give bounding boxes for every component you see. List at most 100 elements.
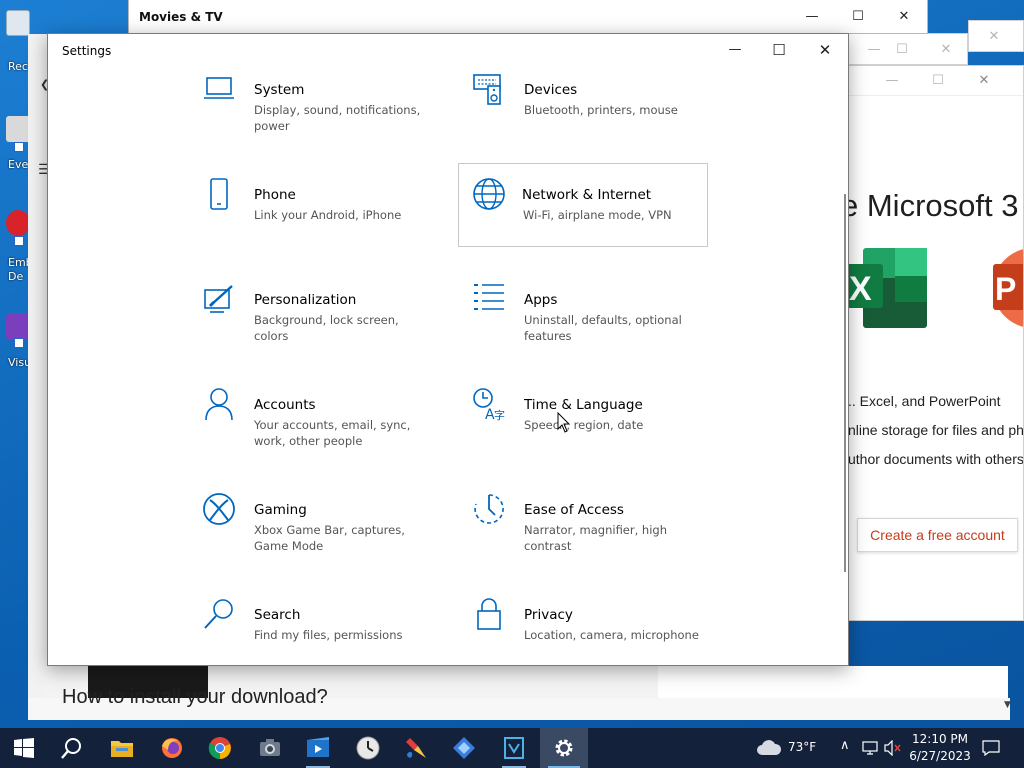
tile-title: Ease of Access [524, 502, 624, 518]
maximize-button[interactable]: ☐ [879, 34, 925, 66]
tile-title: Apps [524, 292, 558, 308]
movies-tv-window[interactable]: Movies & TV — ☐ ✕ [128, 0, 928, 34]
settings-tile-apps[interactable]: Apps Uninstall, defaults, optional featu… [472, 282, 722, 366]
office-feature-3: uthor documents with others [848, 451, 1024, 467]
clock-app-icon [356, 736, 380, 760]
globe-icon [473, 178, 505, 210]
ease-of-access-icon [474, 494, 504, 524]
personalization-icon [204, 285, 233, 313]
firefox-icon [162, 738, 182, 758]
minimize-button[interactable]: — [712, 34, 758, 66]
movies-tv-icon [307, 737, 329, 757]
tile-title: Gaming [254, 502, 307, 518]
weather-cloud-icon[interactable] [756, 740, 782, 756]
tile-title: Network & Internet [522, 187, 652, 203]
close-button[interactable]: ✕ [802, 34, 848, 66]
paint-icon [406, 738, 426, 758]
powerpoint-logo-icon: P [993, 249, 1023, 327]
tile-title: Accounts [254, 397, 316, 413]
tile-title: Personalization [254, 292, 357, 308]
svg-text:字: 字 [494, 408, 505, 421]
tile-description: Location, camera, microphone [524, 628, 699, 642]
tile-description: Your accounts, email, sync, work, other … [254, 418, 411, 448]
maximize-button[interactable]: ☐ [835, 1, 881, 33]
notifications-icon[interactable] [982, 740, 1000, 756]
weather-temperature[interactable]: 73°F [788, 740, 816, 754]
taskbar-movies-tv[interactable] [294, 728, 342, 768]
settings-tile-ease-of-access[interactable]: Ease of Access Narrator, magnifier, high… [472, 492, 722, 576]
taskbar-paint[interactable] [392, 728, 440, 768]
laptop-icon [204, 77, 234, 99]
settings-tile-devices[interactable]: Devices Bluetooth, printers, mouse [472, 72, 722, 156]
chevron-up-icon[interactable]: ∧ [840, 738, 850, 753]
settings-gear-icon [555, 739, 573, 757]
maximize-button[interactable]: ☐ [756, 34, 802, 66]
settings-tile-time-language[interactable]: A 字 Time & Language Speech, region, date [472, 387, 722, 471]
chrome-icon [208, 737, 231, 760]
tile-title: Phone [254, 187, 296, 203]
settings-tile-privacy[interactable]: Privacy Location, camera, microphone [472, 597, 722, 665]
movies-tv-title: Movies & TV [139, 10, 223, 24]
close-button[interactable]: ✕ [881, 1, 927, 33]
tile-description: Display, sound, notifications, power [254, 103, 421, 133]
camera-icon [260, 739, 280, 756]
tile-title: Privacy [524, 607, 573, 623]
movies-tv-sidebar-strip: ❮ ☰ [28, 34, 51, 720]
tile-description: Speech, region, date [524, 418, 644, 432]
taskbar-clock-app[interactable] [344, 728, 392, 768]
taskbar-firefox[interactable] [148, 728, 196, 768]
settings-tile-accounts[interactable]: Accounts Your accounts, email, sync, wor… [202, 387, 452, 471]
close-button[interactable]: ✕ [923, 34, 969, 66]
clock-date: 6/27/2023 [909, 749, 971, 763]
phone-icon [210, 178, 228, 210]
mouse-cursor-icon [557, 412, 571, 433]
taskbar-search-button[interactable] [48, 728, 96, 768]
minimize-button[interactable]: — [789, 1, 835, 33]
tile-description: Uninstall, defaults, optional features [524, 313, 682, 343]
settings-tile-gaming[interactable]: Gaming Xbox Game Bar, captures, Game Mod… [202, 492, 452, 576]
settings-tile-system[interactable]: System Display, sound, notifications, po… [202, 72, 452, 156]
lock-icon [477, 598, 501, 630]
settings-title-bar[interactable]: Settings — ☐ ✕ [48, 34, 848, 66]
tile-title: Time & Language [524, 397, 643, 413]
time-language-icon: A 字 [473, 388, 505, 421]
office-feature-1: .. Excel, and PowerPoint [848, 393, 1001, 409]
settings-tile-personalization[interactable]: Personalization Background, lock screen,… [202, 282, 452, 366]
taskbar-copilot[interactable] [440, 728, 488, 768]
taskbar-visual-studio[interactable] [490, 728, 538, 768]
settings-window: Settings — ☐ ✕ System Display, sound, no… [47, 33, 849, 666]
office-title-bar: — ☐ ✕ [849, 66, 1023, 96]
minimize-button[interactable]: — [869, 66, 915, 97]
taskbar-clock[interactable]: 12:10 PM 6/27/2023 [900, 731, 980, 765]
scroll-down-arrow-icon[interactable]: ▼ [1004, 700, 1011, 710]
close-button[interactable]: ✕ [961, 66, 1007, 97]
network-icon[interactable] [862, 740, 878, 756]
background-window-2[interactable]: — ☐ ✕ [848, 33, 968, 65]
taskbar-chrome[interactable] [196, 728, 244, 768]
taskbar-camera[interactable] [246, 728, 294, 768]
settings-scrollbar[interactable] [844, 194, 846, 572]
settings-tile-search[interactable]: Search Find my files, permissions [202, 597, 452, 665]
tile-description: Find my files, permissions [254, 628, 403, 642]
office-window: — ☐ ✕ e Microsoft 3 X P .. Excel, and Po… [848, 65, 1024, 621]
taskbar-settings[interactable] [540, 728, 588, 768]
background-window-3[interactable]: ✕ [968, 20, 1024, 52]
tile-description: Xbox Game Bar, captures, Game Mode [254, 523, 405, 553]
taskbar: 73°F ∧ 12:10 PM 6/27/2023 [0, 728, 1024, 768]
tile-description: Narrator, magnifier, high contrast [524, 523, 667, 553]
tile-description: Background, lock screen, colors [254, 313, 399, 343]
start-button[interactable] [0, 728, 48, 768]
shortcut-arrow-icon [14, 236, 24, 246]
create-free-account-button[interactable]: Create a free account [857, 518, 1018, 552]
taskbar-file-explorer[interactable] [98, 728, 146, 768]
embedded-app-icon [6, 210, 30, 236]
recycle-bin-icon [6, 10, 30, 36]
office-feature-2: nline storage for files and ph [848, 422, 1024, 438]
close-button[interactable]: ✕ [971, 21, 1017, 53]
maximize-button[interactable]: ☐ [915, 66, 961, 97]
settings-tile-phone[interactable]: Phone Link your Android, iPhone [202, 177, 452, 261]
visual-studio-icon [504, 737, 524, 759]
file-explorer-icon [111, 741, 133, 757]
settings-title: Settings [62, 44, 112, 58]
settings-tile-network[interactable]: Network & Internet Wi-Fi, airplane mode,… [458, 163, 708, 247]
